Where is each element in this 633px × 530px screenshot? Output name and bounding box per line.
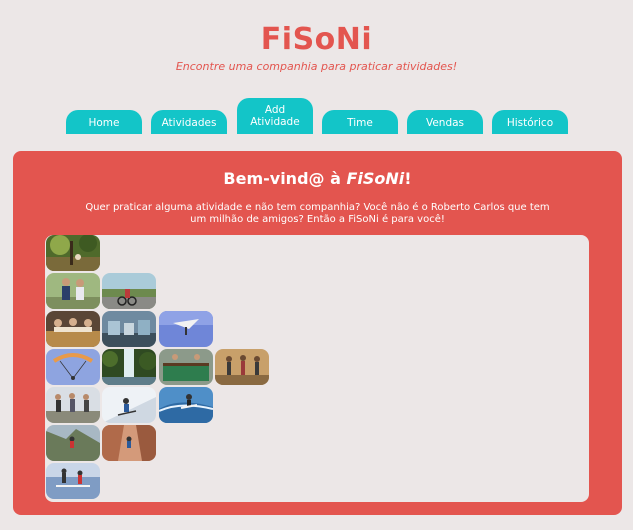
photo-cooking-class-icon[interactable] [46, 311, 100, 347]
welcome-card: Bem-vind@ à FiSoNi! Quer praticar alguma… [13, 151, 622, 515]
photo-paragliding-icon[interactable] [46, 349, 100, 385]
welcome-heading: Bem-vind@ à FiSoNi! [13, 169, 622, 188]
tab-vendas[interactable]: Vendas [407, 110, 483, 134]
activity-gallery [45, 235, 589, 502]
photo-dance-class-icon[interactable] [215, 349, 269, 385]
welcome-prefix: Bem-vind@ à [223, 169, 347, 188]
main-nav: Home Atividades Add Atividade Time Venda… [0, 0, 633, 140]
photo-forest-trail-icon[interactable] [46, 235, 100, 271]
photo-cycling-icon[interactable] [102, 273, 156, 309]
photo-stand-up-paddle-icon[interactable] [46, 463, 100, 499]
tab-label: Atividades [161, 117, 217, 129]
photo-pool-table-icon[interactable] [159, 349, 213, 385]
tab-time[interactable]: Time [322, 110, 398, 134]
photo-waterfall-icon[interactable] [102, 349, 156, 385]
tab-label: Vendas [425, 117, 465, 129]
tab-label: Histórico [506, 117, 554, 129]
photo-canyon-climbing-icon[interactable] [102, 425, 156, 461]
tab-atividades[interactable]: Atividades [151, 110, 227, 134]
tab-home[interactable]: Home [66, 110, 142, 134]
photo-surfing-icon[interactable] [159, 387, 213, 423]
welcome-brand: FiSoNi [346, 169, 405, 188]
tab-label: Time [347, 117, 373, 129]
photo-skiing-icon[interactable] [102, 387, 156, 423]
tab-label: Home [88, 117, 120, 129]
intro-text: Quer praticar alguma atividade e não tem… [85, 202, 550, 225]
photo-couple-jogging-icon[interactable] [46, 273, 100, 309]
photo-hang-gliding-icon[interactable] [159, 311, 213, 347]
photo-group-hiking-icon[interactable] [46, 387, 100, 423]
photo-gym-icon[interactable] [102, 311, 156, 347]
tab-add-atividade[interactable]: Add Atividade [237, 98, 313, 134]
tab-historico[interactable]: Histórico [492, 110, 568, 134]
tab-label: Add Atividade [250, 104, 300, 128]
photo-rock-climbing-icon[interactable] [46, 425, 100, 461]
welcome-suffix: ! [404, 169, 412, 188]
